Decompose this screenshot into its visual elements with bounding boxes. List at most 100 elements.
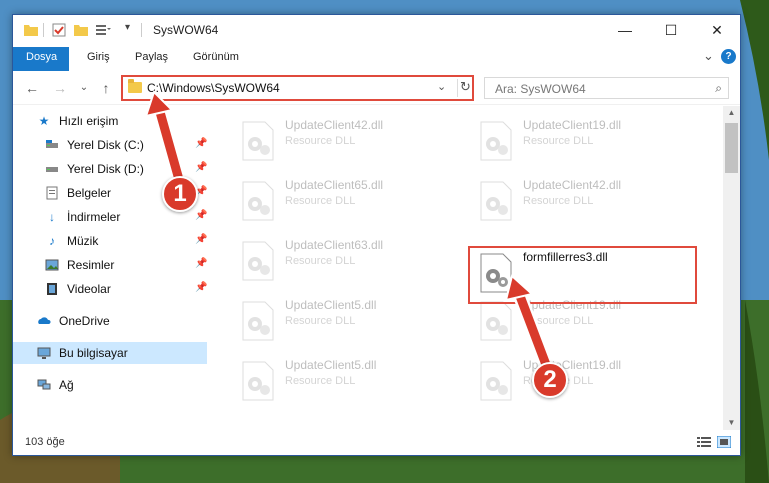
file-name: UpdateClient19.dll xyxy=(523,118,622,132)
back-button[interactable]: ← xyxy=(23,79,41,97)
refresh-button[interactable]: ↻ xyxy=(457,79,473,97)
file-description: Resource DLL xyxy=(523,195,594,207)
search-icon: ⌕ xyxy=(715,81,722,95)
sidebar-item-label: OneDrive xyxy=(59,314,110,328)
list-item[interactable]: UpdateClient42.dll Resource DLL xyxy=(469,174,709,226)
minimize-button[interactable]: — xyxy=(602,15,648,45)
details-view-icon[interactable] xyxy=(697,436,711,448)
list-item[interactable]: UpdateClient19.dll Resource DLL xyxy=(469,114,709,166)
search-input[interactable]: Ara: SysWOW64 ⌕ xyxy=(484,77,729,99)
list-item[interactable]: UpdateClient5.dll Resource DLL xyxy=(231,354,471,406)
sidebar-item-label: Yerel Disk (D:) xyxy=(67,162,144,176)
dll-file-icon xyxy=(480,301,512,341)
help-icon[interactable]: ? xyxy=(721,49,736,64)
sidebar-item-label: Belgeler xyxy=(67,186,112,200)
window-title: SysWOW64 xyxy=(153,23,219,37)
videos-icon xyxy=(47,283,57,295)
step-2-badge: 2 xyxy=(532,362,568,398)
list-item[interactable]: UpdateClient63.dll Resource DLL xyxy=(231,234,471,286)
sidebar-item-label: Resimler xyxy=(67,258,115,272)
pictures-icon xyxy=(45,259,59,271)
dll-file-icon xyxy=(480,181,512,221)
vertical-scrollbar[interactable]: ▲ ▼ xyxy=(723,106,740,430)
list-item[interactable]: UpdateClient19.dll Resource DLL xyxy=(469,354,709,406)
file-name: UpdateClient42.dll xyxy=(523,178,622,192)
search-placeholder: Ara: SysWOW64 xyxy=(495,82,586,96)
file-name: UpdateClient5.dll xyxy=(285,358,377,372)
sidebar-item-label: Müzik xyxy=(67,234,99,248)
file-name: UpdateClient63.dll xyxy=(285,238,384,252)
sidebar-item-pictures[interactable]: Resimler 📌 xyxy=(13,254,207,276)
dll-file-icon xyxy=(242,301,274,341)
title-bar: ▾ SysWOW64 — ☐ ✕ xyxy=(13,15,740,45)
folder-icon xyxy=(128,79,142,93)
dll-file-icon xyxy=(480,361,512,401)
navigation-pane: ★ Hızlı erişim Yerel Disk (C:) 📌 Yerel D… xyxy=(13,106,211,430)
pin-icon: 📌 xyxy=(195,282,208,293)
file-description: Resource DLL xyxy=(285,135,356,147)
close-button[interactable]: ✕ xyxy=(694,15,740,45)
sidebar-item-drive-c[interactable]: Yerel Disk (C:) 📌 xyxy=(13,134,207,156)
onedrive-icon xyxy=(38,317,51,324)
step-1-badge: 1 xyxy=(162,176,198,212)
customize-toolbar-icon[interactable] xyxy=(95,22,111,38)
sidebar-item-videos[interactable]: Videolar 📌 xyxy=(13,278,207,300)
up-button[interactable]: ↑ xyxy=(97,79,115,97)
file-description: Resource DLL xyxy=(285,195,356,207)
sidebar-item-label: Yerel Disk (C:) xyxy=(67,138,144,152)
sidebar-item-this-pc[interactable]: Bu bilgisayar xyxy=(13,342,207,364)
forward-button[interactable]: → xyxy=(51,79,69,97)
address-path: C:\Windows\SysWOW64 xyxy=(147,81,280,95)
file-name: UpdateClient42.dll xyxy=(285,118,384,132)
list-item[interactable]: UpdateClient42.dll Resource DLL xyxy=(231,114,471,166)
large-icons-view-icon[interactable] xyxy=(717,436,731,448)
tab-share[interactable]: Paylaş xyxy=(125,47,178,69)
dll-file-icon xyxy=(480,121,512,161)
qa-dropdown-icon[interactable]: ▾ xyxy=(125,22,141,38)
sidebar-item-network[interactable]: Ağ xyxy=(13,374,207,396)
file-description: Resource DLL xyxy=(285,315,356,327)
file-description: Resource DLL xyxy=(285,255,356,267)
dll-file-icon xyxy=(242,121,274,161)
list-item[interactable]: UpdateClient5.dll Resource DLL xyxy=(231,294,471,346)
maximize-button[interactable]: ☐ xyxy=(648,15,694,45)
sidebar-item-label: İndirmeler xyxy=(67,210,121,224)
explorer-window: ▾ SysWOW64 — ☐ ✕ Dosya Giriş Paylaş Görü… xyxy=(12,14,741,456)
properties-icon[interactable] xyxy=(51,22,67,38)
recent-locations-button[interactable]: ⌄ xyxy=(75,79,93,97)
documents-icon xyxy=(46,186,58,200)
item-count: 103 öğe xyxy=(25,436,65,448)
pin-icon: 📌 xyxy=(195,138,208,149)
dll-file-icon xyxy=(242,241,274,281)
separator xyxy=(141,23,142,37)
sidebar-item-quick-access[interactable]: ★ Hızlı erişim xyxy=(13,110,207,132)
drive-c-icon xyxy=(46,140,58,148)
list-item[interactable]: UpdateClient65.dll Resource DLL xyxy=(231,174,471,226)
file-name: UpdateClient65.dll xyxy=(285,178,384,192)
file-name: UpdateClient5.dll xyxy=(285,298,377,312)
pin-icon: 📌 xyxy=(195,258,208,269)
sidebar-item-label: Hızlı erişim xyxy=(59,114,119,128)
chevron-down-icon[interactable]: ⌄ xyxy=(437,80,446,93)
separator xyxy=(43,23,44,37)
file-description: Resource DLL xyxy=(285,375,356,387)
new-folder-icon[interactable] xyxy=(73,22,89,38)
tab-home[interactable]: Giriş xyxy=(77,47,120,69)
target-file-highlight xyxy=(468,246,697,304)
dll-file-icon xyxy=(242,181,274,221)
address-bar[interactable]: C:\Windows\SysWOW64 ⌄ ↻ xyxy=(121,75,474,101)
drive-d-icon xyxy=(46,167,58,172)
network-icon xyxy=(37,379,51,390)
scroll-down-icon[interactable]: ▼ xyxy=(723,416,740,430)
sidebar-item-music[interactable]: ♪ Müzik 📌 xyxy=(13,230,207,252)
music-icon: ♪ xyxy=(49,234,55,248)
star-icon: ★ xyxy=(38,114,50,128)
scrollbar-thumb[interactable] xyxy=(725,123,738,173)
tab-view[interactable]: Görünüm xyxy=(183,47,249,69)
pin-icon: 📌 xyxy=(195,234,208,245)
ribbon-expand-icon[interactable]: ⌄ xyxy=(703,48,714,64)
scroll-up-icon[interactable]: ▲ xyxy=(723,106,740,120)
sidebar-item-onedrive[interactable]: OneDrive xyxy=(13,310,207,332)
folder-icon xyxy=(24,25,38,36)
downloads-icon: ↓ xyxy=(49,210,55,224)
